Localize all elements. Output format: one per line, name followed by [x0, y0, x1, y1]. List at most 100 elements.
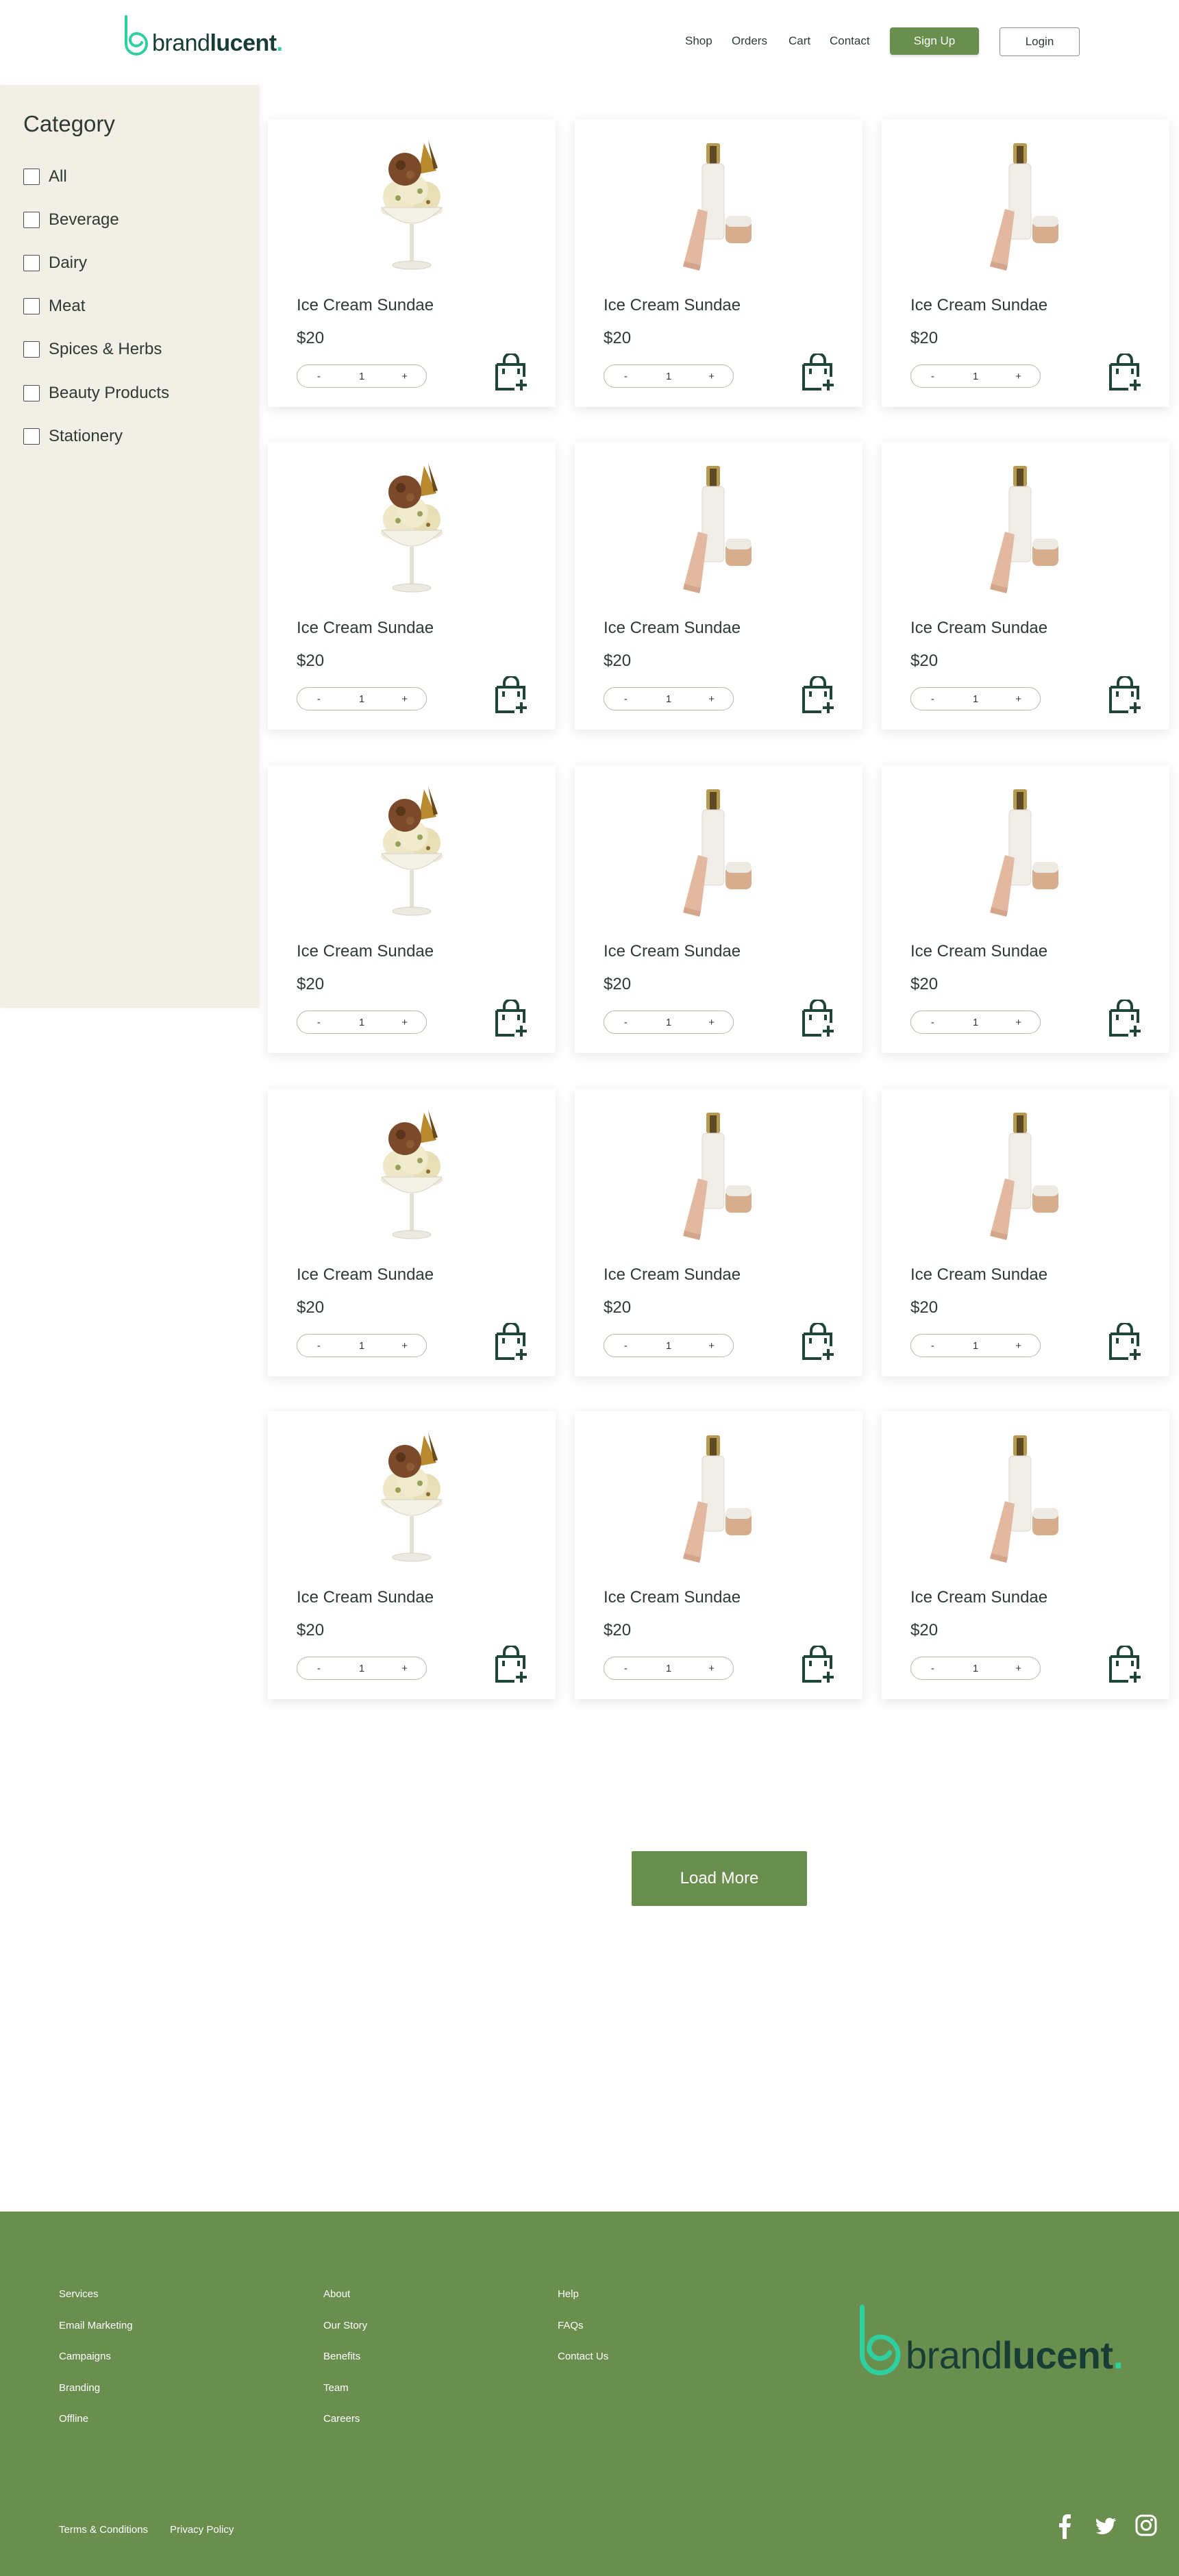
footer-link-about[interactable]: About — [323, 2288, 350, 2300]
add-to-cart-button[interactable] — [494, 1644, 528, 1684]
product-name[interactable]: Ice Cream Sundae — [604, 1588, 741, 1607]
product-image[interactable] — [882, 1089, 1169, 1260]
product-image[interactable] — [268, 119, 556, 290]
add-to-cart-button[interactable] — [801, 1644, 835, 1684]
product-name[interactable]: Ice Cream Sundae — [910, 296, 1047, 315]
decrement-button[interactable]: - — [301, 1663, 336, 1674]
facebook-icon[interactable] — [1057, 2514, 1073, 2539]
increment-button[interactable]: + — [695, 693, 729, 705]
decrement-button[interactable]: - — [301, 693, 336, 705]
footer-link-our-story[interactable]: Our Story — [323, 2320, 367, 2331]
footer-link-branding[interactable]: Branding — [59, 2382, 100, 2394]
product-image[interactable] — [575, 765, 862, 937]
product-name[interactable]: Ice Cream Sundae — [910, 1588, 1047, 1607]
nav-contact[interactable]: Contact — [830, 34, 870, 48]
product-card[interactable]: Ice Cream Sundae $20 -1 + — [268, 1089, 556, 1376]
category-dairy[interactable]: Dairy — [23, 253, 87, 273]
product-image[interactable] — [268, 1411, 556, 1583]
checkbox[interactable] — [23, 385, 40, 401]
product-card[interactable]: Ice Cream Sundae $20 -1 + — [882, 1089, 1169, 1376]
decrement-button[interactable]: - — [915, 693, 950, 705]
quantity-value[interactable]: 1 — [958, 371, 993, 382]
footer-brand-logo[interactable]: brandlucent. — [855, 2303, 1124, 2380]
quantity-value[interactable]: 1 — [958, 693, 993, 705]
add-to-cart-button[interactable] — [494, 675, 528, 715]
product-card[interactable]: Ice Cream Sundae $20 -1 + — [575, 1089, 862, 1376]
decrement-button[interactable]: - — [301, 1017, 336, 1028]
add-to-cart-button[interactable] — [494, 998, 528, 1038]
footer-link-team[interactable]: Team — [323, 2382, 349, 2394]
decrement-button[interactable]: - — [915, 1663, 950, 1674]
increment-button[interactable]: + — [695, 1663, 729, 1674]
checkbox[interactable] — [23, 169, 40, 185]
increment-button[interactable]: + — [388, 1663, 422, 1674]
quantity-value[interactable]: 1 — [651, 1017, 686, 1028]
add-to-cart-button[interactable] — [801, 675, 835, 715]
product-name[interactable]: Ice Cream Sundae — [297, 619, 434, 638]
quantity-value[interactable]: 1 — [345, 1340, 379, 1352]
instagram-icon[interactable] — [1135, 2514, 1157, 2536]
product-image[interactable] — [575, 1411, 862, 1583]
twitter-icon[interactable] — [1093, 2514, 1117, 2539]
product-image[interactable] — [575, 1089, 862, 1260]
product-image[interactable] — [268, 1089, 556, 1260]
product-name[interactable]: Ice Cream Sundae — [297, 942, 434, 961]
category-beauty-products[interactable]: Beauty Products — [23, 384, 169, 403]
category-stationery[interactable]: Stationery — [23, 427, 123, 446]
product-name[interactable]: Ice Cream Sundae — [604, 619, 741, 638]
decrement-button[interactable]: - — [608, 1340, 643, 1352]
increment-button[interactable]: + — [388, 1340, 422, 1352]
quantity-value[interactable]: 1 — [651, 1340, 686, 1352]
checkbox[interactable] — [23, 255, 40, 271]
product-name[interactable]: Ice Cream Sundae — [297, 296, 434, 315]
footer-link-careers[interactable]: Careers — [323, 2413, 360, 2425]
product-name[interactable]: Ice Cream Sundae — [910, 1265, 1047, 1285]
add-to-cart-button[interactable] — [1108, 1322, 1142, 1361]
product-image[interactable] — [268, 765, 556, 937]
decrement-button[interactable]: - — [608, 1663, 643, 1674]
product-card[interactable]: Ice Cream Sundae $20 -1 + — [268, 442, 556, 730]
decrement-button[interactable]: - — [915, 371, 950, 382]
decrement-button[interactable]: - — [301, 371, 336, 382]
nav-shop[interactable]: Shop — [685, 34, 712, 48]
product-image[interactable] — [882, 765, 1169, 937]
add-to-cart-button[interactable] — [801, 1322, 835, 1361]
category-all[interactable]: All — [23, 167, 67, 186]
increment-button[interactable]: + — [1002, 693, 1036, 705]
category-spices-herbs[interactable]: Spices & Herbs — [23, 340, 162, 359]
checkbox[interactable] — [23, 428, 40, 445]
product-name[interactable]: Ice Cream Sundae — [297, 1265, 434, 1285]
product-image[interactable] — [575, 442, 862, 613]
footer-link-campaigns[interactable]: Campaigns — [59, 2351, 111, 2362]
decrement-button[interactable]: - — [608, 693, 643, 705]
product-card[interactable]: Ice Cream Sundae $20 -1 + — [575, 765, 862, 1053]
add-to-cart-button[interactable] — [494, 352, 528, 392]
increment-button[interactable]: + — [1002, 1340, 1036, 1352]
product-image[interactable] — [882, 442, 1169, 613]
product-name[interactable]: Ice Cream Sundae — [910, 942, 1047, 961]
increment-button[interactable]: + — [1002, 1663, 1036, 1674]
login-button[interactable]: Login — [1000, 27, 1080, 56]
product-card[interactable]: Ice Cream Sundae $20 -1 + — [882, 765, 1169, 1053]
checkbox[interactable] — [23, 341, 40, 358]
product-card[interactable]: Ice Cream Sundae $20 -1 + — [882, 442, 1169, 730]
quantity-value[interactable]: 1 — [345, 371, 379, 382]
footer-link-email-marketing[interactable]: Email Marketing — [59, 2320, 133, 2331]
checkbox[interactable] — [23, 212, 40, 228]
increment-button[interactable]: + — [388, 693, 422, 705]
decrement-button[interactable]: - — [608, 1017, 643, 1028]
brand-logo[interactable]: brandlucent. — [122, 15, 283, 58]
product-card[interactable]: Ice Cream Sundae $20 -1 + — [268, 1411, 556, 1699]
increment-button[interactable]: + — [695, 1340, 729, 1352]
footer-link-terms[interactable]: Terms & Conditions — [59, 2524, 148, 2536]
product-card[interactable]: Ice Cream Sundae $20 -1 + — [268, 119, 556, 407]
product-image[interactable] — [268, 442, 556, 613]
product-image[interactable] — [882, 119, 1169, 290]
quantity-value[interactable]: 1 — [345, 693, 379, 705]
add-to-cart-button[interactable] — [801, 352, 835, 392]
quantity-value[interactable]: 1 — [651, 1663, 686, 1674]
add-to-cart-button[interactable] — [1108, 352, 1142, 392]
product-image[interactable] — [575, 119, 862, 290]
checkbox[interactable] — [23, 298, 40, 314]
footer-link-offline[interactable]: Offline — [59, 2413, 88, 2425]
